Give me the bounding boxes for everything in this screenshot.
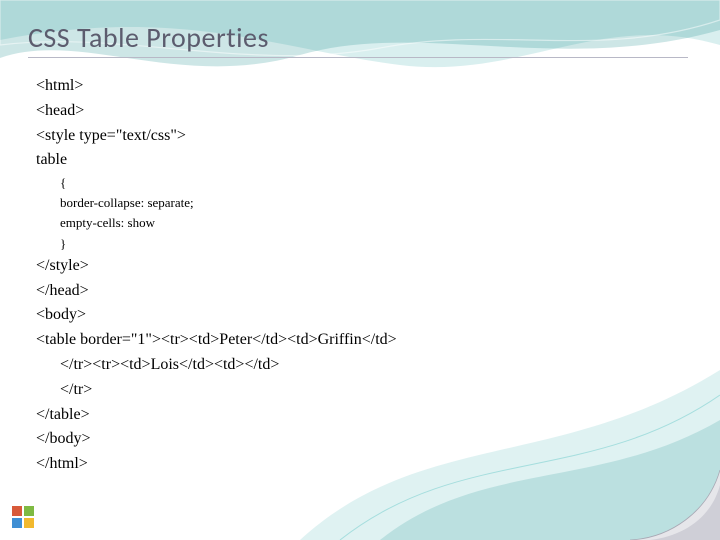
code-line: </style>	[36, 254, 700, 279]
code-line: </html>	[36, 452, 700, 477]
code-line: </head>	[36, 279, 700, 304]
title-underline	[28, 57, 688, 58]
code-line: <head>	[36, 99, 700, 124]
code-line: <html>	[36, 74, 700, 99]
code-line: }	[36, 234, 700, 254]
code-line: </tr>	[36, 378, 700, 403]
code-line: <table border="1"><tr><td>Peter</td><td>…	[36, 328, 700, 353]
code-line: <style type="text/css">	[36, 124, 700, 149]
page-title: CSS Table Properties	[28, 20, 700, 55]
code-line: empty-cells: show	[36, 213, 700, 233]
code-line: </tr><tr><td>Lois</td><td></td>	[36, 353, 700, 378]
page-curl-icon	[630, 450, 720, 540]
code-line: <body>	[36, 303, 700, 328]
code-line: border-collapse: separate;	[36, 193, 700, 213]
code-block: <html> <head> <style type="text/css"> ta…	[36, 74, 700, 477]
code-line: </body>	[36, 427, 700, 452]
footer-logo-icon	[10, 504, 36, 530]
code-line: {	[36, 173, 700, 193]
code-line: table	[36, 148, 700, 173]
code-line: </table>	[36, 403, 700, 428]
